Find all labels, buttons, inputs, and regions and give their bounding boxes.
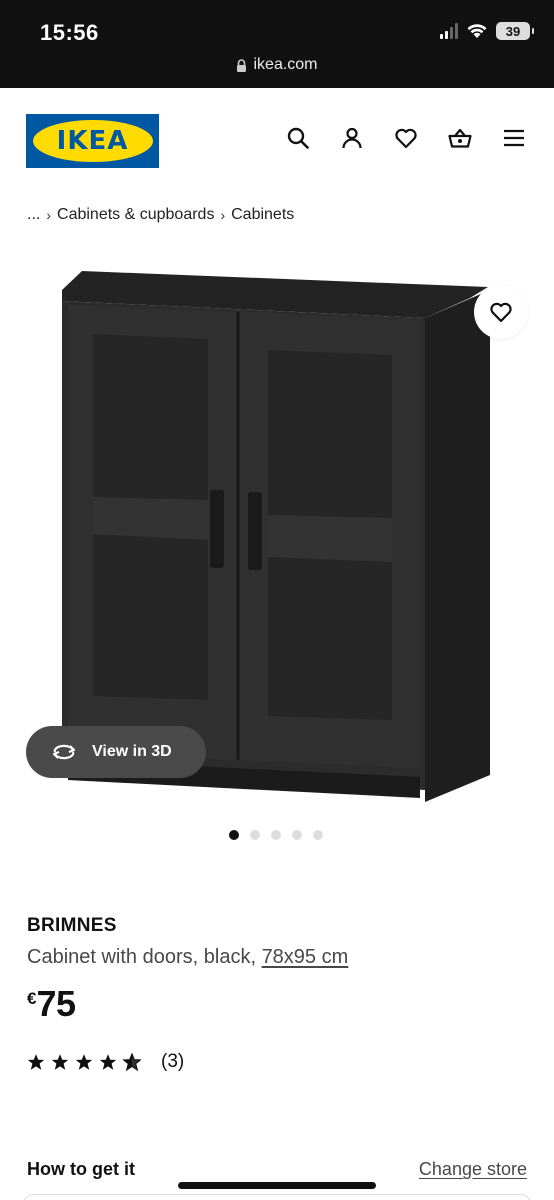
product-description: Cabinet with doors, black, 78x95 cm bbox=[27, 946, 348, 969]
header-nav-icons bbox=[286, 126, 526, 150]
logo-text: IKEA bbox=[56, 126, 129, 156]
carousel-dot[interactable] bbox=[313, 830, 323, 840]
breadcrumb-item-cabinets-cupboards[interactable]: Cabinets & cupboards bbox=[57, 206, 214, 224]
carousel-dot[interactable] bbox=[250, 830, 260, 840]
carousel-dot[interactable] bbox=[229, 830, 239, 840]
logo-oval: IKEA bbox=[32, 120, 153, 162]
account-icon[interactable] bbox=[340, 126, 364, 150]
ikea-logo[interactable]: IKEA bbox=[26, 114, 159, 168]
star-full-icon bbox=[27, 1054, 45, 1070]
site-header: IKEA bbox=[0, 88, 554, 188]
lock-icon bbox=[237, 58, 247, 72]
rotate-3d-icon bbox=[52, 744, 76, 760]
product-name: BRIMNES bbox=[27, 915, 117, 936]
breadcrumb-item-cabinets[interactable]: Cabinets bbox=[231, 206, 294, 224]
product-price: € 75 bbox=[27, 983, 76, 1025]
view-in-3d-button[interactable]: View in 3D bbox=[26, 726, 206, 778]
star-full-icon bbox=[99, 1054, 117, 1070]
price-amount: 75 bbox=[36, 983, 76, 1024]
status-bar: 15:56 39 ikea.com bbox=[0, 0, 554, 88]
url-domain: ikea.com bbox=[253, 56, 318, 73]
carousel-dot[interactable] bbox=[292, 830, 302, 840]
search-icon[interactable] bbox=[286, 126, 310, 150]
home-indicator[interactable] bbox=[178, 1182, 376, 1189]
star-half-icon bbox=[123, 1053, 141, 1071]
rating-count: (3) bbox=[161, 1051, 185, 1072]
image-carousel-dots bbox=[229, 830, 323, 840]
view-in-3d-label: View in 3D bbox=[92, 743, 172, 760]
chevron-right-icon: › bbox=[46, 207, 52, 223]
cellular-signal-icon bbox=[440, 23, 458, 39]
add-to-favourites-button[interactable] bbox=[474, 285, 528, 339]
breadcrumb: ... › Cabinets & cupboards › Cabinets bbox=[27, 206, 294, 224]
product-description-text: Cabinet with doors, black, bbox=[27, 946, 262, 968]
favourites-icon[interactable] bbox=[394, 126, 418, 150]
star-full-icon bbox=[75, 1054, 93, 1070]
wifi-icon bbox=[467, 24, 487, 38]
carousel-dot[interactable] bbox=[271, 830, 281, 840]
how-to-get-it-title: How to get it bbox=[27, 1159, 135, 1179]
star-full-icon bbox=[51, 1054, 69, 1070]
product-measurements-link[interactable]: 78x95 cm bbox=[262, 946, 349, 968]
product-rating[interactable]: (3) bbox=[27, 1051, 184, 1073]
change-store-link[interactable]: Change store bbox=[419, 1159, 527, 1180]
status-icons: 39 bbox=[440, 22, 534, 40]
url-bar[interactable]: ikea.com bbox=[0, 56, 554, 74]
price-currency: € bbox=[27, 989, 37, 1008]
delivery-options-card[interactable] bbox=[22, 1194, 532, 1200]
menu-icon[interactable] bbox=[502, 126, 526, 150]
chevron-right-icon: › bbox=[220, 207, 226, 223]
heart-icon bbox=[490, 302, 512, 323]
status-time: 15:56 bbox=[40, 20, 99, 45]
basket-icon[interactable] bbox=[448, 126, 472, 150]
breadcrumb-ellipsis[interactable]: ... bbox=[27, 206, 40, 224]
battery-icon: 39 bbox=[496, 22, 534, 40]
